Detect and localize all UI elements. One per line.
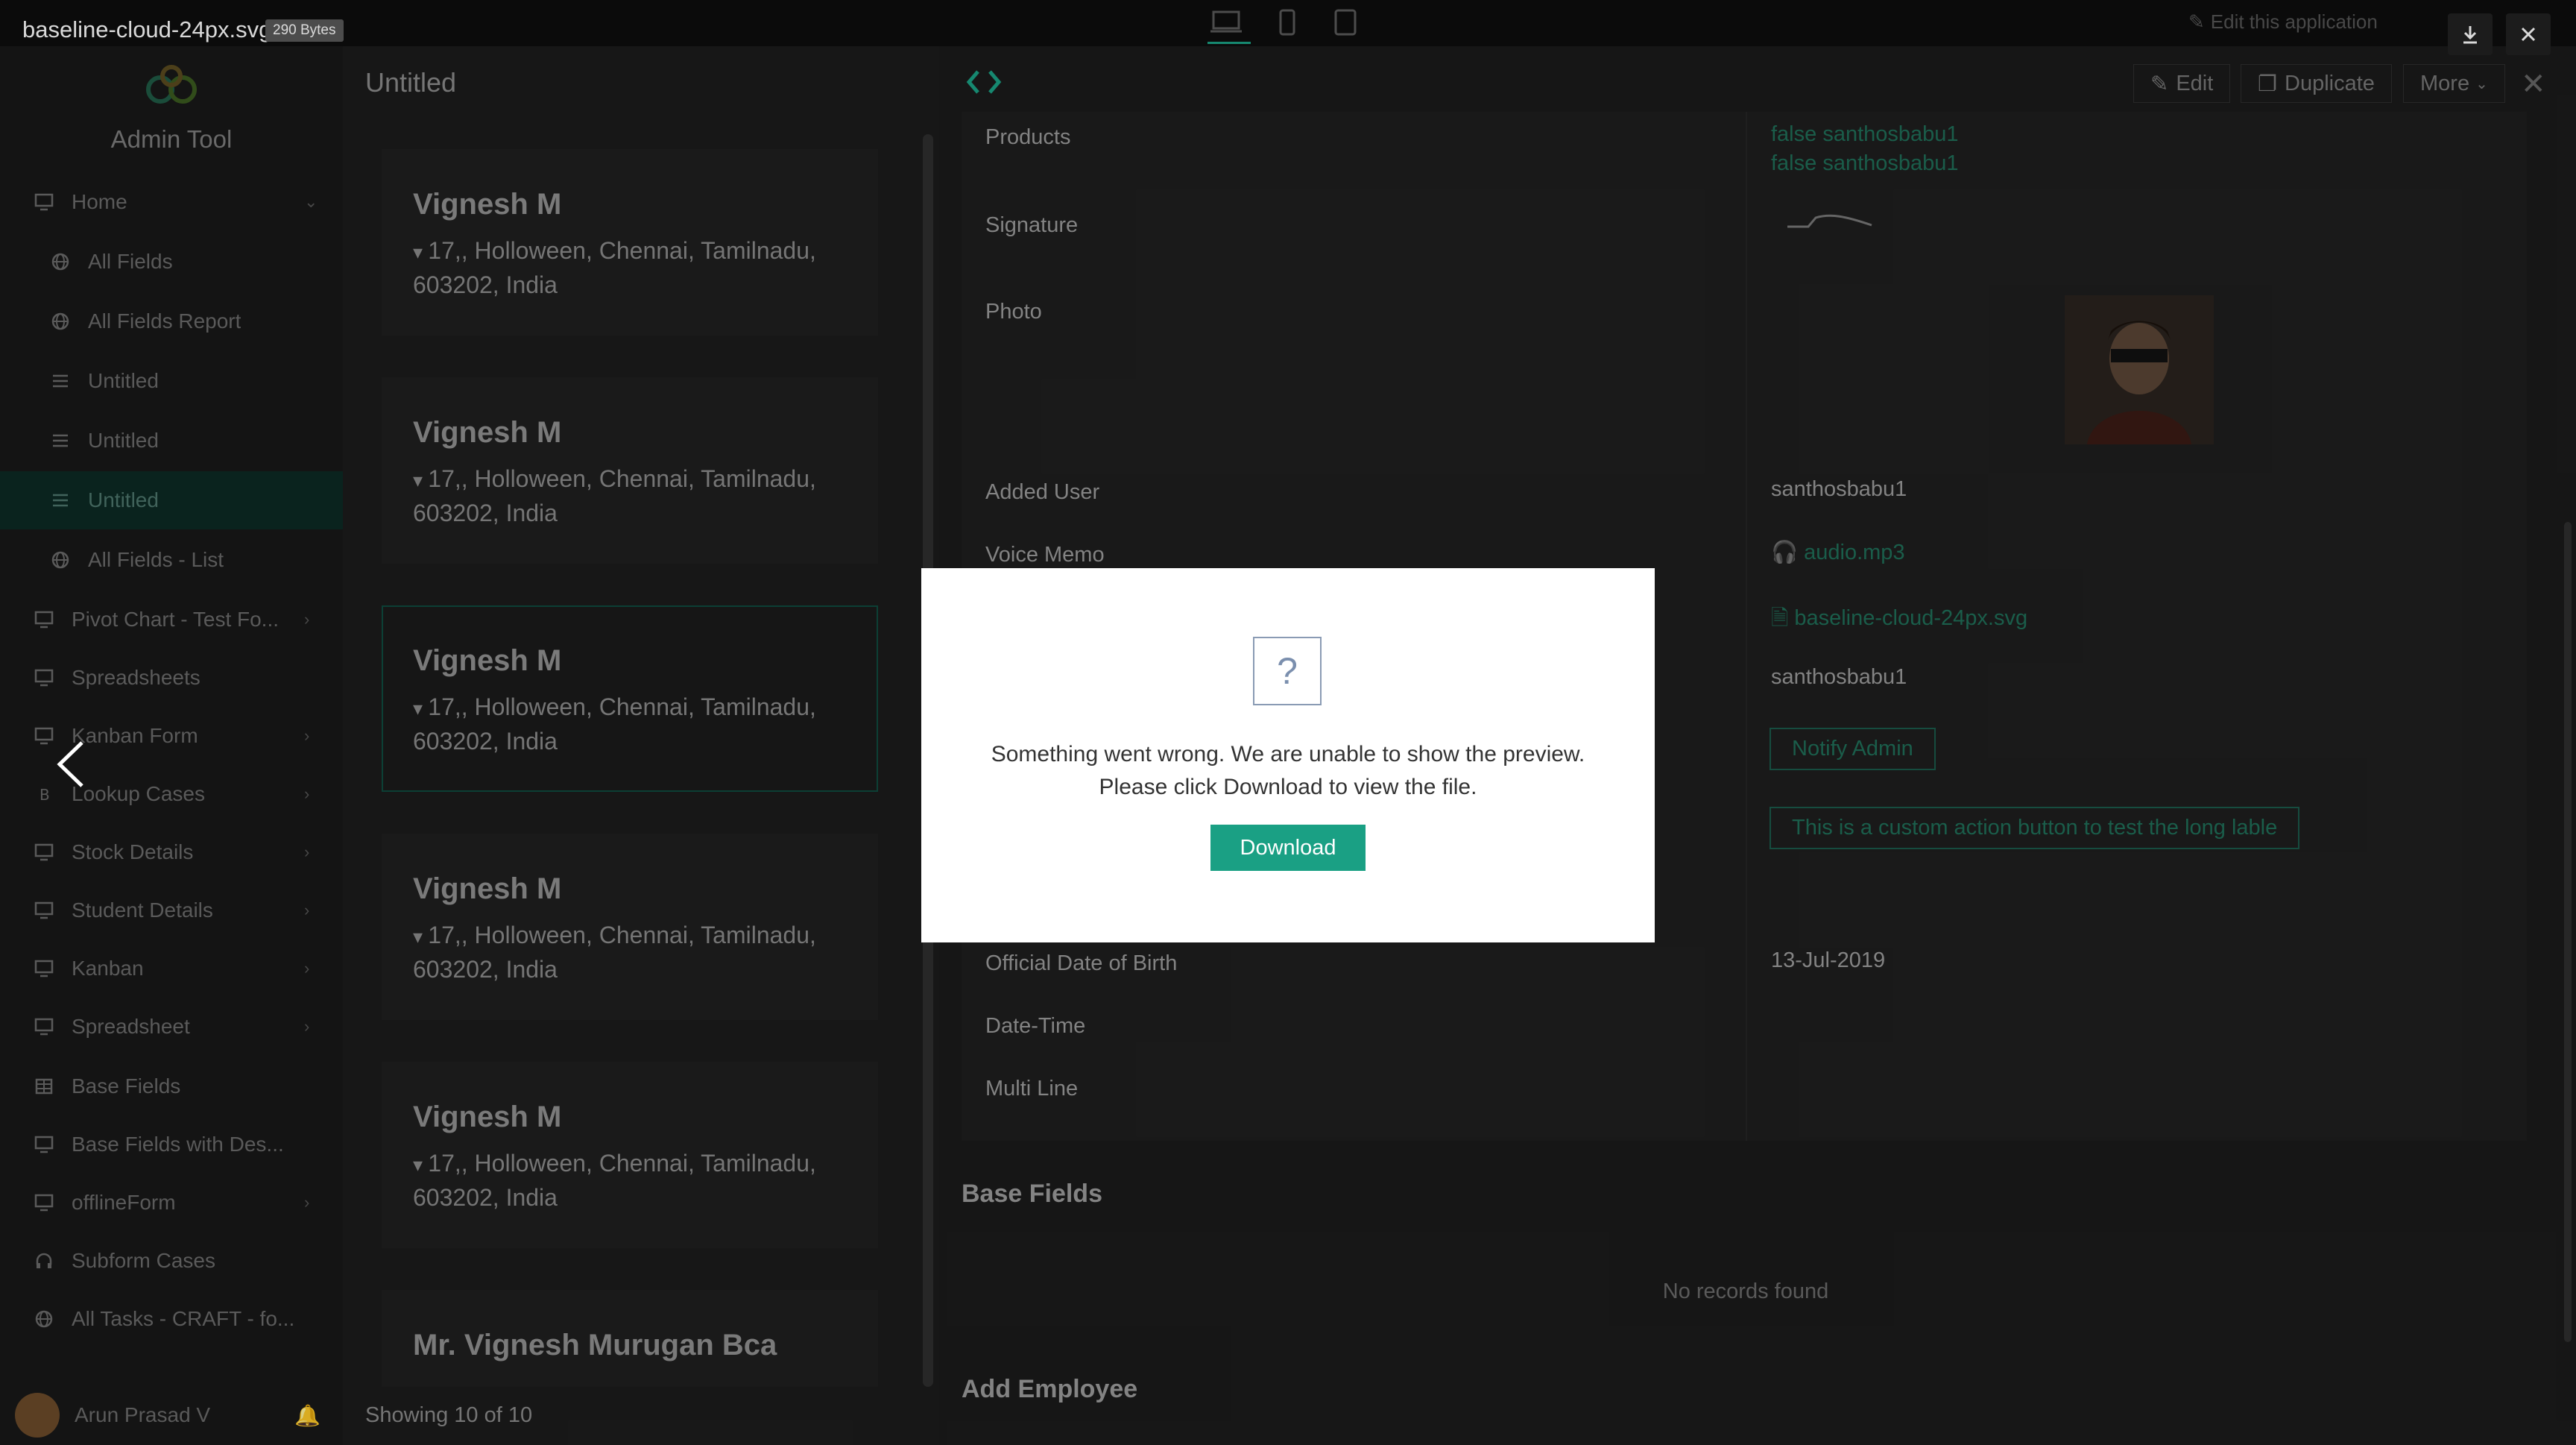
error-line-1: Something went wrong. We are unable to s…	[991, 742, 1585, 766]
preview-error-dialog: ? Something went wrong. We are unable to…	[921, 568, 1655, 942]
question-mark: ?	[1277, 650, 1298, 692]
chevron-left-icon[interactable]	[52, 738, 89, 790]
unknown-file-icon: ?	[1253, 637, 1322, 705]
error-line-2: Please click Download to view the file.	[1099, 775, 1477, 799]
download-button[interactable]: Download	[1210, 825, 1366, 871]
error-message: Something went wrong. We are unable to s…	[921, 738, 1655, 804]
